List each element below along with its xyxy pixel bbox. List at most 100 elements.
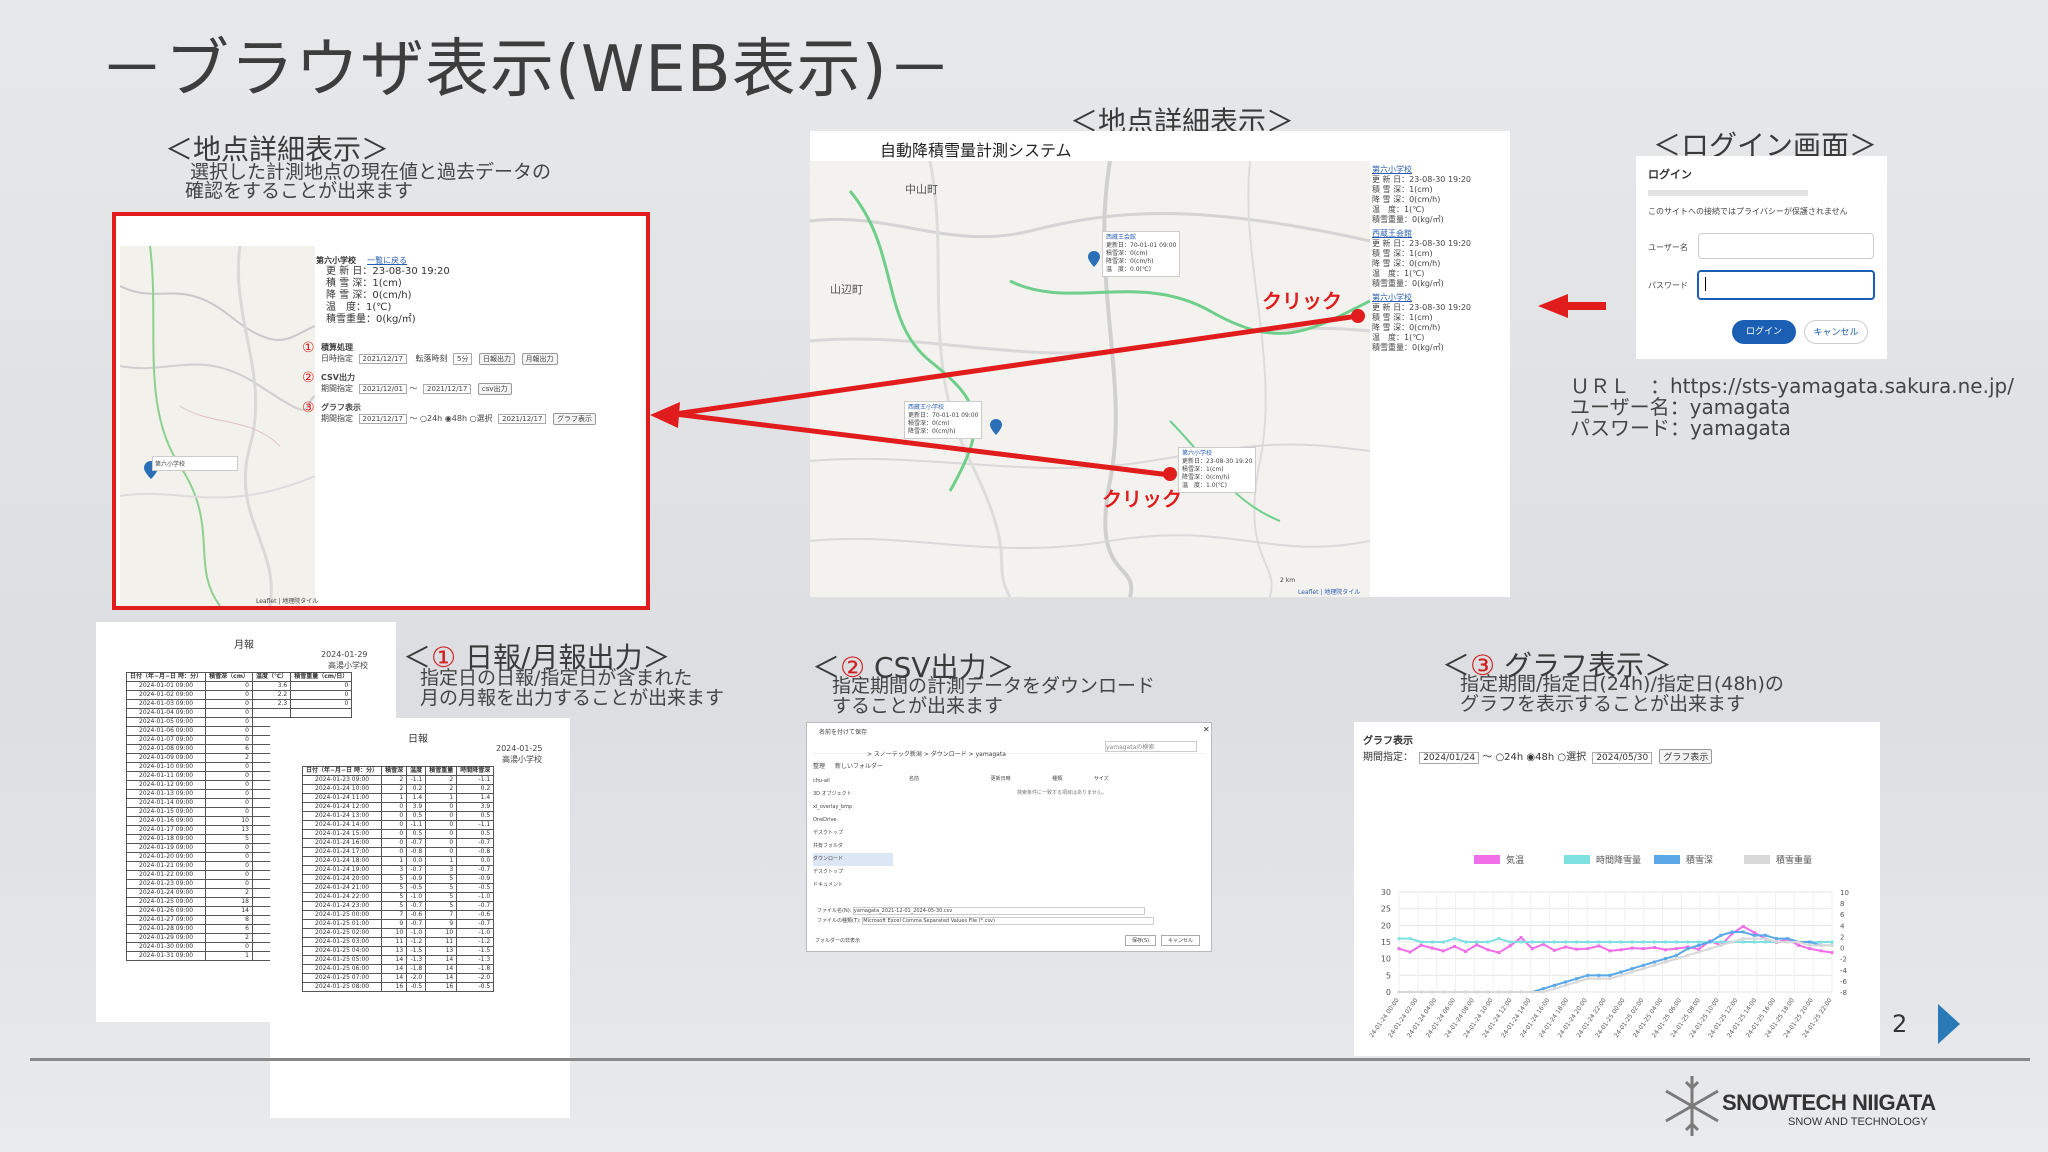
search-input[interactable]: yamagataの検索 <box>1105 741 1197 752</box>
breadcrumb[interactable]: > スノーテック新潟 > ダウンロード > yamagata <box>867 751 1006 758</box>
hide-folders-toggle[interactable]: フォルダーの非表示 <box>815 937 860 944</box>
table-header: 日付（年−月−日 時：分） <box>301 766 383 776</box>
data-point <box>1630 970 1634 974</box>
table-cell: -0.7 <box>456 838 495 848</box>
table-cell: 2024-01-24 21:00 <box>301 883 383 893</box>
table-cell: 0 <box>205 735 253 745</box>
save-dialog: 名前を付けて保存 ✕ > スノーテック新潟 > ダウンロード > yamagat… <box>806 722 1212 952</box>
next-page-icon[interactable] <box>1938 1004 1960 1048</box>
data-point <box>1619 948 1623 952</box>
s3-opt-select[interactable]: 選択 <box>477 414 493 423</box>
sidebar-item[interactable]: ダウンロード <box>813 853 893 866</box>
data-point <box>1575 980 1579 984</box>
detail-map[interactable] <box>120 246 315 606</box>
table-header-row: 日付（年−月−日 時：分） 積雪深 温度 積雪重量 時間降雪深 <box>301 766 495 776</box>
data-point <box>1597 977 1601 981</box>
sidebar-item[interactable]: デスクトップ <box>813 827 893 840</box>
list-line: 更 新 日：23-08-30 19:20 <box>1372 303 1471 312</box>
graph-to-input[interactable]: 2024/05/30 <box>1592 752 1653 764</box>
col-size[interactable]: サイズ <box>1094 776 1109 782</box>
list-item-link[interactable]: 第六小学校 <box>1372 165 1508 175</box>
monthly-report-button[interactable]: 月報出力 <box>521 353 558 365</box>
cancel-button[interactable]: キャンセル <box>1804 320 1868 344</box>
table-cell: 2024-01-24 15:00 <box>301 829 383 839</box>
s3-to-input[interactable]: 2021/12/17 <box>498 414 547 424</box>
filetype-select[interactable]: Microsoft Excel Comma Separated Values F… <box>862 917 1155 925</box>
data-point <box>1586 973 1590 977</box>
back-link[interactable]: 一覧に戻る <box>367 256 407 265</box>
list-line: 積雪重量：0(kg/㎡) <box>1372 215 1444 224</box>
table-cell: -0.8 <box>456 847 495 857</box>
col-date[interactable]: 更新日時 <box>991 776 1011 782</box>
sidebar-item[interactable]: 3D オブジェクト <box>813 788 893 801</box>
sidebar-item[interactable]: chu-all <box>813 775 893 788</box>
map-pin-icon[interactable] <box>1088 251 1100 271</box>
sidebar-item[interactable]: ドキュメント <box>813 879 893 892</box>
s2-title: CSV出力 <box>321 373 355 382</box>
login-button[interactable]: ログイン <box>1732 320 1796 344</box>
graph-opt-24h[interactable]: 24h <box>1504 752 1523 763</box>
data-point <box>1430 940 1434 944</box>
data-point <box>1430 946 1434 950</box>
table-cell: 18 <box>205 897 253 907</box>
list-item-link[interactable]: 西蔵王会館 <box>1372 229 1508 239</box>
daily-report-button[interactable]: 日報出力 <box>479 353 516 365</box>
s3-opt-24h[interactable]: 24h <box>427 414 442 423</box>
sidebar-item[interactable]: xl_overlay_bmp <box>813 801 893 814</box>
graph-opt-select[interactable]: 選択 <box>1566 752 1586 763</box>
list-line: 積 雪 深：1(cm) <box>1372 185 1433 194</box>
csv-output-button[interactable]: csv出力 <box>477 383 512 395</box>
graph-display-button[interactable]: グラフ表示 <box>553 413 596 425</box>
graph-from-input[interactable]: 2024/01/24 <box>1419 752 1480 764</box>
col-name[interactable]: 名前 <box>909 776 919 782</box>
table-row: 2024-01-24 23:00 5 -0.7 5 -0.7 <box>301 901 495 911</box>
graph-opt-48h[interactable]: 48h <box>1535 752 1554 763</box>
s1-interval-select[interactable]: 5分 <box>453 353 473 365</box>
table-cell: 2 <box>205 888 253 898</box>
list-line: 更 新 日：23-08-30 19:20 <box>1372 239 1471 248</box>
detail-line: 積雪重量：0(kg/㎡) <box>326 314 416 325</box>
data-point <box>1397 990 1401 994</box>
table-cell: 2 <box>381 775 408 785</box>
main-map[interactable] <box>810 161 1370 597</box>
close-icon[interactable]: ✕ <box>1203 725 1210 734</box>
sidebar-item[interactable]: OneDrive <box>813 814 893 827</box>
data-point <box>1808 943 1812 947</box>
s3-opt-48h[interactable]: 48h <box>452 414 467 423</box>
table-cell: 5 <box>425 874 458 884</box>
table-cell: 2024-01-13 09:00 <box>125 789 207 799</box>
s1-title: 積算処理 <box>321 343 353 352</box>
username-input[interactable] <box>1698 233 1874 259</box>
password-input[interactable] <box>1697 270 1875 300</box>
table-header: 積雪重量 <box>425 766 458 776</box>
table-cell: -1.3 <box>406 955 427 965</box>
y-left-tick: 10 <box>1381 955 1391 964</box>
data-point <box>1430 990 1434 994</box>
table-cell: 1 <box>381 856 408 866</box>
data-point <box>1408 937 1412 941</box>
sidebar-item[interactable]: デスクトップ <box>813 866 893 879</box>
s1-date-input[interactable]: 2021/12/17 <box>358 354 407 364</box>
list-line: 降 雪 深：0(cm/h) <box>1372 323 1441 332</box>
data-point <box>1552 987 1556 991</box>
table-cell <box>251 708 292 718</box>
save-button[interactable]: 保存(S) <box>1125 935 1157 946</box>
popup-title: 第六小学校 <box>1182 450 1213 457</box>
data-point <box>1519 940 1523 944</box>
table-cell: 5 <box>425 883 458 893</box>
data-point <box>1453 937 1457 941</box>
s3-date-input[interactable]: 2021/12/17 <box>358 414 407 424</box>
map-pin-icon[interactable] <box>990 419 1002 439</box>
sidebar-item[interactable]: 共有フォルダ <box>813 840 893 853</box>
list-item-link[interactable]: 第六小学校 <box>1372 293 1508 303</box>
graph-show-button[interactable]: グラフ表示 <box>1659 749 1713 764</box>
cancel-save-button[interactable]: キャンセル <box>1161 935 1201 946</box>
page-number: 2 <box>1892 1010 1908 1038</box>
table-row: 2024-01-01 09:00 0 3.6 0 <box>125 681 353 691</box>
s2-from-input[interactable]: 2021/12/01 <box>358 384 407 394</box>
s2-to-input[interactable]: 2021/12/17 <box>423 384 472 394</box>
filename-input[interactable]: yamagata_2021-12-01_2024-05-30.csv <box>852 907 1145 915</box>
organize-button[interactable]: 整理 <box>813 763 825 770</box>
col-type[interactable]: 種類 <box>1052 776 1062 782</box>
new-folder-button[interactable]: 新しいフォルダー <box>835 763 883 770</box>
